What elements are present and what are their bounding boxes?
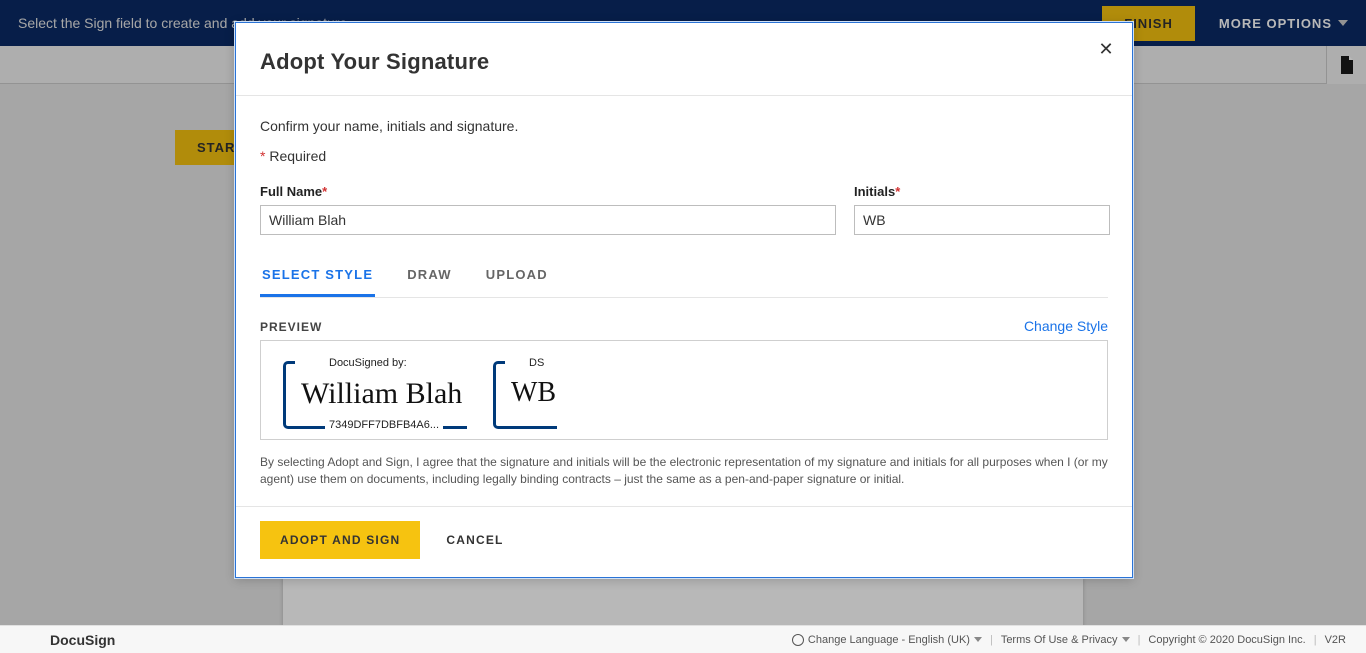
- confirm-text: Confirm your name, initials and signatur…: [260, 118, 1108, 134]
- modal-header: Adopt Your Signature ✕: [236, 23, 1132, 96]
- globe-icon: [792, 634, 804, 646]
- name-row: Full Name* Initials*: [260, 184, 1108, 235]
- adopt-and-sign-button[interactable]: ADOPT AND SIGN: [260, 521, 420, 559]
- docusigned-by-label: DocuSigned by:: [325, 357, 411, 369]
- initials-label: Initials*: [854, 184, 1110, 199]
- legal-disclaimer: By selecting Adopt and Sign, I agree tha…: [260, 454, 1108, 506]
- tab-select-style[interactable]: SELECT STYLE: [260, 257, 375, 297]
- chevron-down-icon: [1122, 637, 1130, 642]
- modal-title: Adopt Your Signature: [260, 49, 1108, 75]
- terms-privacy-link[interactable]: Terms Of Use & Privacy: [1001, 634, 1130, 646]
- full-name-label: Full Name*: [260, 184, 836, 199]
- preview-label: PREVIEW: [260, 320, 322, 334]
- footer-links: Change Language - English (UK) | Terms O…: [792, 634, 1346, 646]
- required-label: Required: [269, 148, 326, 164]
- frame-corner-icon: [283, 361, 295, 371]
- modal-footer: ADOPT AND SIGN CANCEL: [236, 506, 1132, 577]
- required-asterisk: *: [260, 148, 265, 164]
- modal-body: Confirm your name, initials and signatur…: [236, 96, 1132, 506]
- required-note: * Required: [260, 148, 1108, 164]
- frame-corner-icon: [493, 361, 505, 371]
- change-style-link[interactable]: Change Style: [1024, 318, 1108, 334]
- signature-block: DocuSigned by: William Blah 7349DFF7DBFB…: [277, 353, 467, 429]
- frame-corner-icon: [283, 419, 295, 429]
- change-language-link[interactable]: Change Language - English (UK): [792, 634, 982, 646]
- chevron-down-icon: [974, 637, 982, 642]
- signature-tabs: SELECT STYLE DRAW UPLOAD: [260, 257, 1108, 298]
- preview-header-row: PREVIEW Change Style: [260, 318, 1108, 334]
- footer-brand: DocuSign: [50, 632, 115, 648]
- version-text: V2R: [1325, 634, 1346, 646]
- cancel-button[interactable]: CANCEL: [446, 533, 503, 547]
- close-icon[interactable]: ✕: [1094, 37, 1118, 61]
- copyright-text: Copyright © 2020 DocuSign Inc.: [1148, 634, 1305, 646]
- full-name-input[interactable]: [260, 205, 836, 235]
- tab-upload[interactable]: UPLOAD: [484, 257, 550, 297]
- adopt-signature-modal: Adopt Your Signature ✕ Confirm your name…: [235, 22, 1133, 578]
- signature-script: William Blah: [301, 379, 447, 409]
- initials-input[interactable]: [854, 205, 1110, 235]
- signature-code: 7349DFF7DBFB4A6...: [325, 419, 443, 431]
- initials-script: WB: [511, 379, 537, 407]
- signature-preview: DocuSigned by: William Blah 7349DFF7DBFB…: [260, 340, 1108, 440]
- frame-corner-icon: [493, 419, 505, 429]
- initials-field: Initials*: [854, 184, 1110, 235]
- footer: DocuSign Change Language - English (UK) …: [0, 625, 1366, 653]
- initials-block: DS WB: [487, 353, 557, 429]
- initials-header: DS: [525, 357, 548, 369]
- tab-draw[interactable]: DRAW: [405, 257, 454, 297]
- full-name-field: Full Name*: [260, 184, 836, 235]
